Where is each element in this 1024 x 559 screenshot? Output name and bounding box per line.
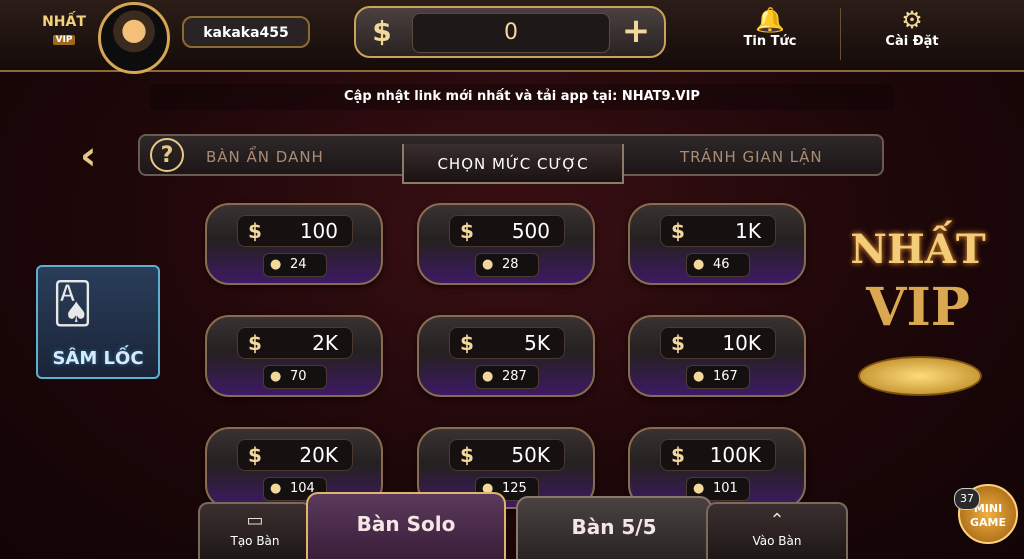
bet-card[interactable]: $ 1K ● 46 [628,203,806,285]
person-icon: ● [693,369,705,384]
bet-amount-box: $ 5K [449,327,565,359]
dollar-icon: $ [460,219,474,243]
solo-table-button[interactable]: Bàn Solo [306,492,506,559]
announcement-marquee: Cập nhật link mới nhất và tải app tại: N… [150,84,894,110]
dollar-icon: $ [460,331,474,355]
player-count-box: ● 24 [263,253,327,277]
gear-icon: ⚙ [901,6,923,34]
settings-button[interactable]: ⚙ Cài Đặt [842,6,982,62]
player-count-box: ● 28 [475,253,539,277]
bet-amount: 500 [511,219,550,243]
add-funds-button[interactable]: + [618,14,654,50]
minigame-badge: 37 [954,488,980,510]
logo-subtext: VIP [52,35,76,45]
bet-card[interactable]: $ 100 ● 24 [205,203,383,285]
bet-amount-box: $ 1K [660,215,776,247]
bet-amount-box: $ 100 [237,215,353,247]
bet-amount: 5K [524,331,550,355]
logo-text: NHẤT [42,14,86,30]
playing-cards-icon: 🂡 [52,281,93,327]
create-table-label: Tạo Bàn [230,534,280,548]
player-count: 167 [713,369,738,384]
help-icon[interactable]: ? [150,138,184,172]
bet-amount-box: $ 10K [660,327,776,359]
username: kakaka455 [182,16,310,48]
bet-amount: 100 [299,219,338,243]
news-button[interactable]: 🔔 Tin Tức [700,6,840,62]
top-bar: NHẤT VIP kakaka455 $ 0 + 🔔 Tin Tức ⚙ Cài… [0,0,1024,74]
divider [840,8,841,60]
nhat-vip-brand-logo: NHẤT VIP [838,226,998,416]
bottom-bar: ▭ Tạo Bàn Bàn Solo Bàn 5/5 ⌃ Vào Bàn [198,492,848,559]
bet-amount: 1K [735,219,761,243]
minigame-line2: GAME [969,516,1006,529]
bet-card[interactable]: $ 10K ● 167 [628,315,806,397]
table-icon: ▭ [246,510,264,531]
brand-logo-bottom: VIP [866,277,970,338]
tab-anonymous-table[interactable]: BÀN ẨN DANH [206,140,386,174]
player-count-box: ● 167 [686,365,750,389]
bet-amount: 2K [312,331,338,355]
bet-amount-box: $ 20K [237,439,353,471]
sam-loc-game-tile[interactable]: 🂡 SÂM LỐC [36,265,160,379]
player-count-box: ● 46 [686,253,750,277]
brand-logo-top: NHẤT [850,226,986,273]
player-count-box: ● 287 [475,365,539,389]
person-icon: ● [482,257,494,272]
bet-amount: 100K [709,443,761,467]
player-count-box: ● 70 [263,365,327,389]
dollar-icon: $ [248,219,262,243]
bet-amount-box: $ 100K [660,439,776,471]
avatar[interactable] [98,2,170,74]
create-table-button[interactable]: ▭ Tạo Bàn [198,502,312,559]
balance-box: $ 0 + [354,6,666,58]
dollar-icon: $ [460,443,474,467]
join-table-label: Vào Bàn [752,534,802,548]
bet-amount: 50K [511,443,550,467]
dollar-icon: $ [248,443,262,467]
dollar-icon: $ [671,331,685,355]
news-label: Tin Tức [743,34,797,49]
person-icon: ● [482,369,494,384]
coin-icon [858,356,982,396]
player-count: 46 [713,257,730,272]
chevron-up-icon: ⌃ [769,510,785,531]
person-icon: ● [693,257,705,272]
join-table-button[interactable]: ⌃ Vào Bàn [706,502,848,559]
balance-value: 0 [412,13,610,53]
player-count: 24 [290,257,307,272]
back-button[interactable]: ‹ [80,136,110,176]
player-count: 70 [290,369,307,384]
tab-bar: ? BÀN ẨN DANH CHỌN MỨC CƯỢC TRÁNH GIAN L… [138,134,884,184]
player-count: 28 [502,257,519,272]
person-icon: ● [270,257,282,272]
dollar-icon: $ [671,219,685,243]
bet-card[interactable]: $ 500 ● 28 [417,203,595,285]
bet-card[interactable]: $ 5K ● 287 [417,315,595,397]
bet-amount-box: $ 500 [449,215,565,247]
dollar-icon: $ [372,15,392,48]
dollar-icon: $ [248,331,262,355]
player-count: 287 [502,369,527,384]
nhat-vip-logo: NHẤT VIP [40,14,88,48]
bet-amount: 20K [299,443,338,467]
bell-icon: 🔔 [755,6,785,34]
person-icon: ● [270,369,282,384]
tab-choose-bet-level[interactable]: CHỌN MỨC CƯỢC [402,144,624,184]
table-5-5-button[interactable]: Bàn 5/5 [516,496,712,559]
bet-card[interactable]: $ 2K ● 70 [205,315,383,397]
bet-amount: 10K [722,331,761,355]
game-label: SÂM LỐC [52,348,144,369]
dollar-icon: $ [671,443,685,467]
bet-amount-box: $ 2K [237,327,353,359]
settings-label: Cài Đặt [885,34,939,49]
bet-amount-box: $ 50K [449,439,565,471]
tab-anti-cheat[interactable]: TRÁNH GIAN LẬN [680,140,860,174]
